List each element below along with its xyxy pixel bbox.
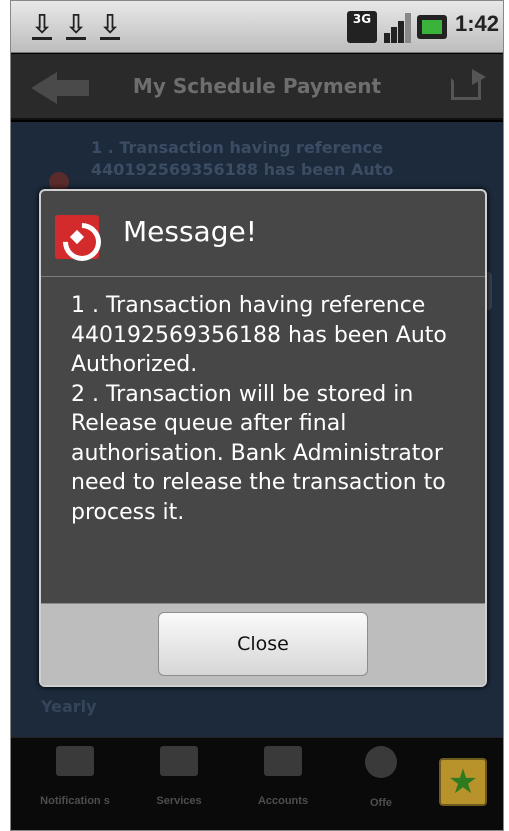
clock: 1:42 PM [455,11,500,36]
signal-icon [382,11,412,43]
dialog-header: Message! [41,191,485,277]
tab-offers[interactable]: Offe [341,746,421,811]
wallet-icon [160,746,198,776]
download-icon: ⇩ [63,10,89,40]
dialog-message: 1 . Transaction having reference 4401925… [71,291,471,527]
tab-label: Offe [370,797,392,809]
background-yearly-label: Yearly [41,697,97,716]
dialog-title: Message! [123,215,257,248]
close-button[interactable]: Close [158,612,368,676]
download-icon: ⇩ [97,10,123,40]
tab-services[interactable]: Services [129,746,229,809]
gear-icon [365,746,397,778]
tab-accounts[interactable]: Accounts [233,746,333,809]
page-title: My Schedule Payment [132,74,382,98]
app-logo-icon [55,215,99,259]
favorite-star-button[interactable] [439,758,487,806]
card-icon [264,746,302,776]
download-icon: ⇩ [29,10,55,40]
message-dialog: Message! 1 . Transaction having referenc… [39,189,487,687]
back-arrow-icon[interactable] [31,72,91,104]
status-bar: ⇩ ⇩ ⇩ 3G 1:42 PM [11,1,503,53]
background-message: 1 . Transaction having reference 4401925… [91,138,394,179]
bottom-tab-bar: Notification s Services Accounts Offe [11,737,503,830]
tab-label: Notification s [40,795,110,807]
share-icon[interactable] [451,69,486,100]
tab-label: Accounts [257,795,309,807]
tab-label: Services [156,795,202,807]
phone-screen: ⇩ ⇩ ⇩ 3G 1:42 PM My Schedule Payment 1 .… [10,0,504,831]
battery-icon [417,15,447,39]
network-3g-icon: 3G [347,11,377,43]
tab-notifications[interactable]: Notification s [25,746,125,809]
dialog-footer: Close [41,603,485,685]
app-header: My Schedule Payment [11,54,503,120]
notifications-icon [56,746,94,776]
dialog-message-line-2: 2 . Transaction will be stored in Releas… [71,381,446,525]
dialog-message-line-1: 1 . Transaction having reference 4401925… [71,293,447,377]
